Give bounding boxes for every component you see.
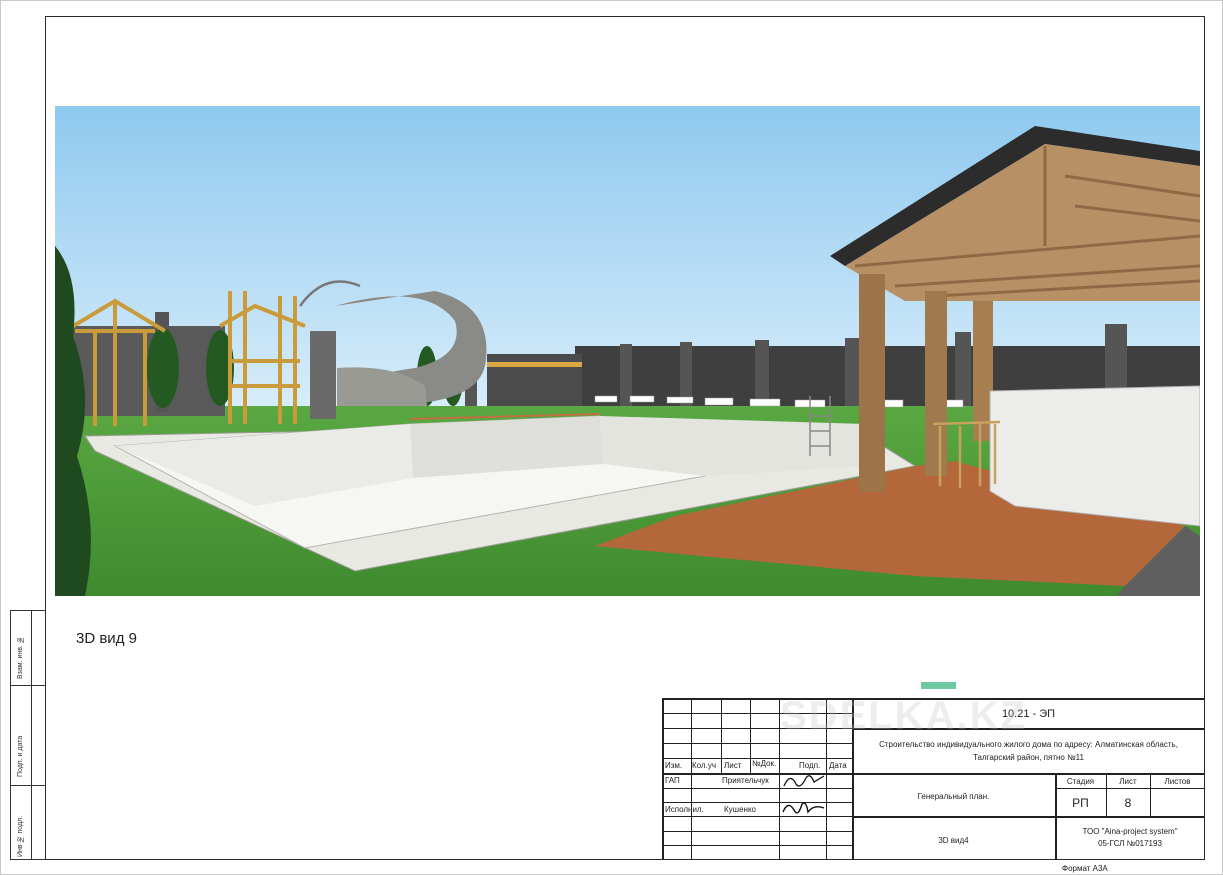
company-line-1: ТОО "Aina-project system"	[1082, 827, 1178, 836]
stage-label: Стадия	[1066, 777, 1095, 786]
header-izm: Изм.	[665, 761, 683, 770]
role-performer-name: Кушенко	[724, 805, 756, 814]
side-stamp-label: Взам. инв. №	[17, 636, 24, 679]
side-stamp-row-separator	[11, 685, 45, 686]
role-gap-name: Приятельчук	[722, 776, 769, 785]
sheet-name: Генеральный план.	[917, 792, 990, 801]
sheet-label: Лист	[1119, 777, 1137, 786]
project-line-2: Талгарский район, пятно №11	[973, 753, 1084, 762]
side-stamp-divider	[31, 611, 32, 859]
header-date: Дата	[829, 761, 847, 770]
watermark: SDELKA.KZ	[780, 694, 1027, 738]
3d-render-image	[55, 106, 1200, 596]
side-stamp-label: Подп. и дата	[17, 735, 24, 777]
side-stamp: Взам. инв. № Подп. и дата Инв № подл.	[10, 610, 46, 860]
role-gap: ГАП	[665, 776, 680, 785]
view-title: 3D вид 9	[76, 630, 137, 647]
role-performer: Исполнил.	[665, 805, 704, 814]
signature-performer-image	[782, 802, 825, 814]
accent-marker	[921, 682, 956, 689]
company-line-2: 05-ГСЛ №017193	[1098, 839, 1162, 848]
sheet-value: 8	[1124, 796, 1132, 810]
sheet-subname: 3D вид4	[938, 836, 969, 845]
sheets-label: Листов	[1164, 777, 1191, 786]
side-stamp-row-separator	[11, 785, 45, 786]
format-label: Формат А3А	[1062, 864, 1108, 873]
signature-gap-image	[783, 775, 825, 787]
project-line-1: Строительство индивидуального жилого дом…	[879, 740, 1178, 749]
header-doc-no: №Док.	[752, 759, 777, 768]
side-stamp-label: Инв № подл.	[17, 815, 24, 857]
header-kol-uch: Кол.уч	[692, 761, 716, 770]
header-podp: Подп.	[799, 761, 821, 770]
header-list: Лист	[724, 761, 742, 770]
stage-value: РП	[1072, 796, 1089, 810]
